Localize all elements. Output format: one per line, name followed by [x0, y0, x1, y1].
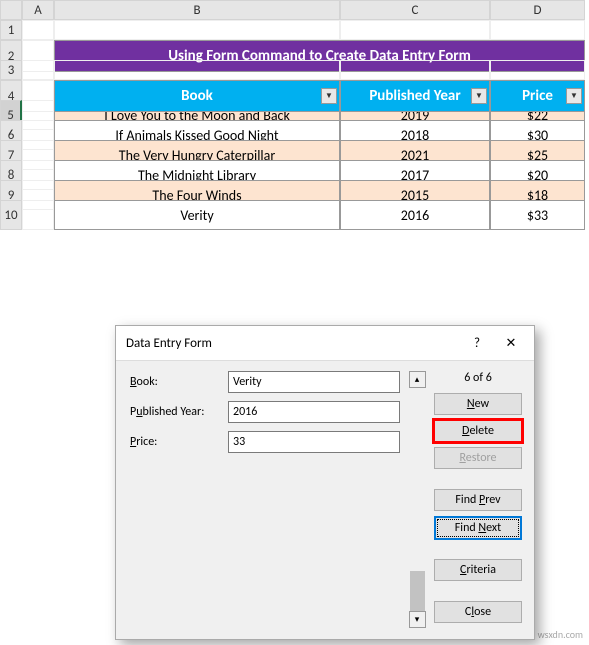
col-header-B[interactable]: B — [54, 0, 340, 20]
cell-B1[interactable] — [54, 20, 340, 40]
data-entry-form-dialog: Data Entry Form ? ✕ Book: Published Year… — [115, 325, 535, 640]
row-header-10[interactable]: 10 — [0, 200, 22, 230]
header-year-label: Published Year — [369, 87, 460, 105]
dialog-titlebar[interactable]: Data Entry Form ? ✕ — [116, 326, 534, 361]
dialog-body: Book: Published Year: Price: ▴ ▾ 6 of 6 … — [116, 361, 534, 640]
dialog-buttons: 6 of 6 New Delete Restore Find Prev Find… — [434, 371, 522, 628]
col-header-D[interactable]: D — [490, 0, 585, 20]
cell-year-5[interactable]: 2016 — [340, 200, 490, 230]
cell-C1[interactable] — [340, 20, 490, 40]
filter-book-icon[interactable]: ▼ — [321, 88, 337, 104]
cell-A3[interactable] — [22, 60, 54, 80]
record-counter: 6 of 6 — [434, 371, 522, 387]
header-price-label: Price — [522, 87, 553, 105]
scroll-down-icon[interactable]: ▾ — [409, 611, 426, 628]
row-header-3[interactable]: 3 — [0, 60, 22, 80]
form-fields: Book: Published Year: Price: — [130, 371, 400, 628]
label-year: Published Year: — [130, 405, 228, 419]
input-year[interactable] — [228, 401, 400, 423]
header-year[interactable]: Published Year ▼ — [340, 80, 490, 112]
scroll-up-icon[interactable]: ▴ — [409, 371, 426, 388]
input-book[interactable] — [228, 371, 400, 393]
select-all-corner[interactable] — [0, 0, 22, 20]
cell-D3[interactable] — [490, 60, 585, 80]
watermark: wsxdn.com — [538, 628, 583, 641]
col-header-A[interactable]: A — [22, 0, 54, 20]
new-button[interactable]: New — [434, 393, 522, 415]
close-button[interactable]: Close — [434, 601, 522, 623]
cell-A1[interactable] — [22, 20, 54, 40]
find-prev-button[interactable]: Find Prev — [434, 489, 522, 511]
filter-year-icon[interactable]: ▼ — [471, 88, 487, 104]
dialog-title: Data Entry Form — [126, 336, 460, 351]
cell-B3[interactable] — [54, 60, 340, 80]
input-price[interactable] — [228, 431, 400, 453]
spreadsheet-grid: A B C D 1 2 Using Form Command to Create… — [0, 0, 589, 220]
col-header-C[interactable]: C — [340, 0, 490, 20]
label-price: Price: — [130, 435, 228, 449]
delete-button[interactable]: Delete — [434, 420, 522, 442]
filter-price-icon[interactable]: ▼ — [566, 88, 582, 104]
cell-A10[interactable] — [22, 200, 54, 230]
close-icon[interactable]: ✕ — [494, 332, 528, 354]
help-button[interactable]: ? — [460, 332, 494, 354]
label-book: Book: — [130, 375, 228, 389]
cell-book-5[interactable]: Verity — [54, 200, 340, 230]
criteria-button[interactable]: Criteria — [434, 559, 522, 581]
cell-C3[interactable] — [340, 60, 490, 80]
header-book[interactable]: Book ▼ — [54, 80, 340, 112]
find-next-button[interactable]: Find Next — [434, 516, 522, 540]
cell-D1[interactable] — [490, 20, 585, 40]
scroll-track[interactable] — [409, 388, 426, 611]
record-scrollbar[interactable]: ▴ ▾ — [408, 371, 426, 628]
header-book-label: Book — [181, 87, 213, 105]
header-price[interactable]: Price ▼ — [490, 80, 585, 112]
restore-button[interactable]: Restore — [434, 447, 522, 469]
cell-price-5[interactable]: $33 — [490, 200, 585, 230]
scroll-thumb[interactable] — [410, 571, 425, 611]
row-header-1[interactable]: 1 — [0, 20, 22, 40]
